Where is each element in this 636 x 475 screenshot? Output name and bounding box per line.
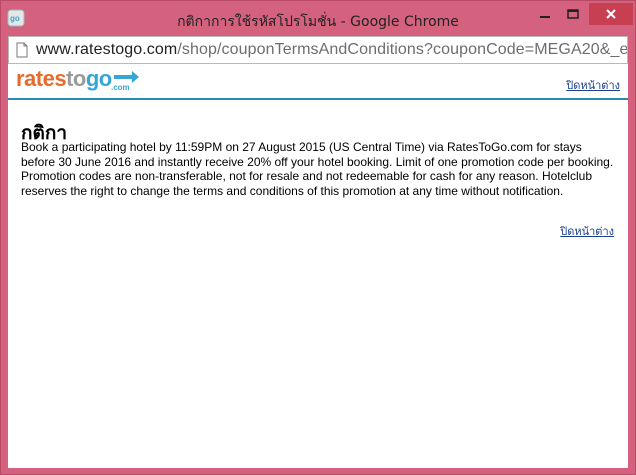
close-window-link-bottom[interactable]: ปิดหน้าต่าง [560, 222, 614, 240]
logo-part-go: go [85, 66, 112, 91]
page-content: ratestogo .com ปิดหน้าต่าง กติกา Book a … [8, 64, 628, 468]
ratestogo-logo[interactable]: ratestogo [16, 67, 112, 91]
browser-popup-window: go กติกาการใช้รหัสโปรโมชั่น - Google Chr… [0, 0, 636, 475]
logo-part-rates: rates [16, 66, 67, 91]
logo-suffix: .com [111, 83, 130, 92]
maximize-button[interactable] [558, 3, 588, 25]
url-host: www.ratestogo.com [36, 41, 178, 58]
url-path: /shop/couponTermsAndConditions?couponCod… [177, 41, 628, 58]
logo-part-to: to [66, 66, 86, 91]
title-bar[interactable]: go กติกาการใช้รหัสโปรโมชั่น - Google Chr… [1, 1, 635, 35]
maximize-icon [567, 9, 579, 19]
site-header: ratestogo .com ปิดหน้าต่าง [8, 64, 628, 100]
close-window-button[interactable] [589, 3, 633, 25]
close-icon [606, 9, 616, 19]
address-bar[interactable]: www.ratestogo.com/shop/couponTermsAndCon… [8, 36, 628, 64]
minimize-button[interactable] [529, 3, 561, 25]
url-text[interactable]: www.ratestogo.com/shop/couponTermsAndCon… [36, 41, 628, 59]
page-icon [16, 42, 28, 58]
terms-text: Book a participating hotel by 11:59PM on… [21, 140, 614, 198]
close-window-link-top[interactable]: ปิดหน้าต่าง [566, 76, 620, 94]
minimize-icon [540, 16, 550, 18]
logo-arrow-icon [114, 71, 139, 83]
